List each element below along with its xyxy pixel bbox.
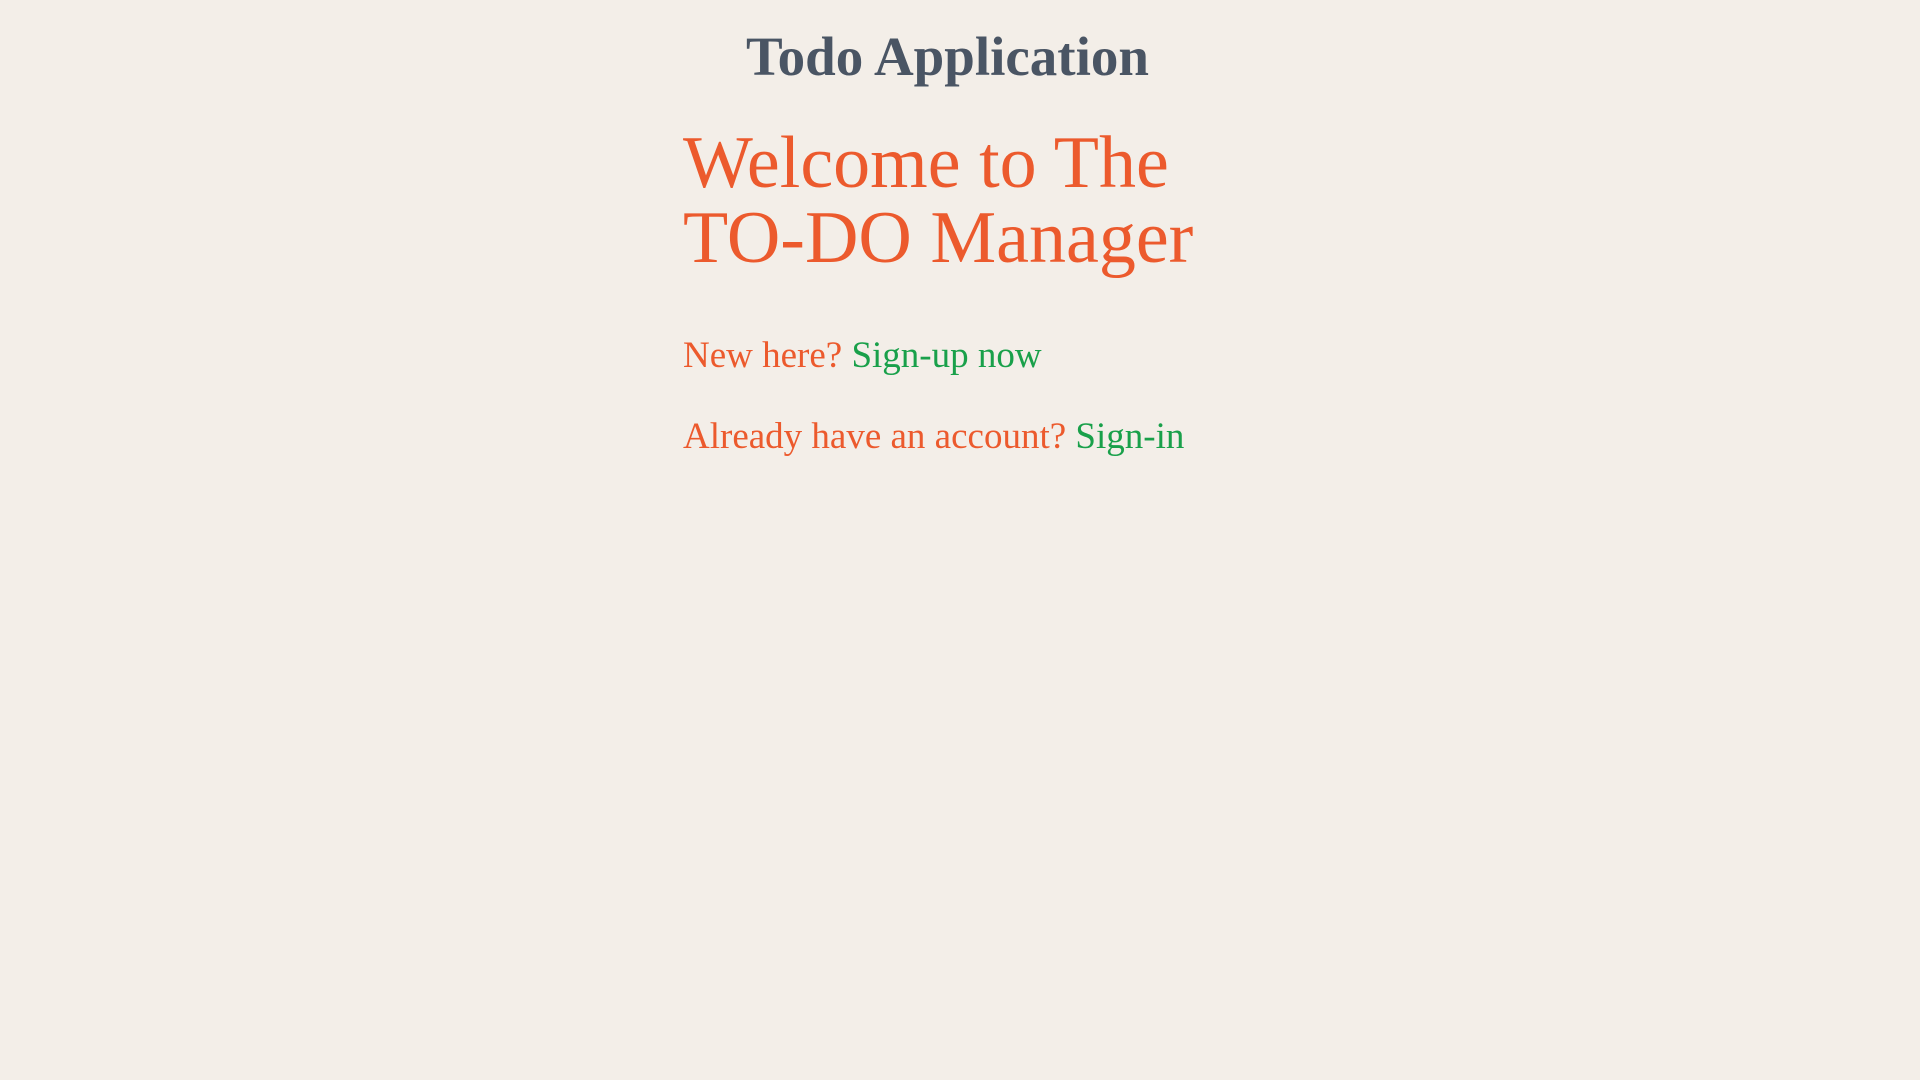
app-title: Todo Application (746, 26, 1149, 87)
welcome-heading: Welcome to The TO-DO Manager (683, 126, 1383, 276)
welcome-line-1: Welcome to The (683, 122, 1169, 204)
signin-prompt-text: Already have an account? (683, 416, 1067, 457)
signin-prompt-row: Already have an account? Sign-in (683, 415, 1383, 459)
signup-link[interactable]: Sign-up now (851, 335, 1041, 376)
welcome-line-2: TO-DO Manager (683, 197, 1194, 279)
signup-prompt-row: New here? Sign-up now (683, 334, 1383, 378)
signin-link[interactable]: Sign-in (1075, 416, 1184, 457)
welcome-section: Welcome to The TO-DO Manager New here? S… (683, 126, 1383, 459)
signup-prompt-text: New here? (683, 335, 843, 376)
